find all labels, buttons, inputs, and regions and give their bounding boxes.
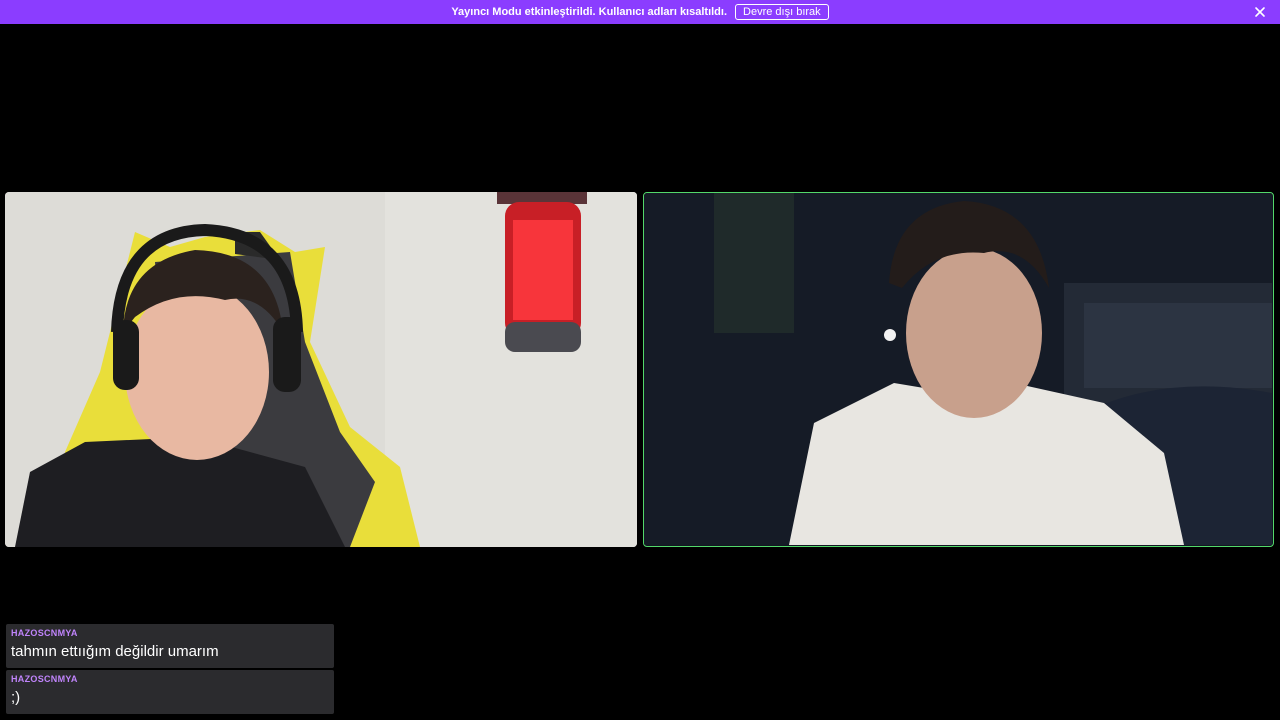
disable-streamer-mode-button[interactable]: Devre dışı bırak	[735, 4, 829, 20]
chat-message: HAZOSCNMYA tahmın ettıığım değildir umar…	[6, 624, 334, 668]
chat-text: ;)	[11, 689, 21, 706]
video-frame-right	[644, 193, 1272, 545]
participant-video-right[interactable]	[643, 192, 1274, 547]
chat-username: HAZOSCNMYA	[11, 674, 78, 684]
banner-message: Yayıncı Modu etkinleştirildi. Kullanıcı …	[451, 6, 728, 18]
video-frame-left	[5, 192, 637, 547]
chat-username: HAZOSCNMYA	[11, 628, 78, 638]
close-icon[interactable]	[1252, 4, 1268, 20]
chat-message: HAZOSCNMYA ;)	[6, 670, 334, 714]
streamer-mode-banner: Yayıncı Modu etkinleştirildi. Kullanıcı …	[0, 0, 1280, 24]
participant-video-left[interactable]	[5, 192, 637, 547]
chat-text: tahmın ettıığım değildir umarım	[11, 643, 219, 660]
